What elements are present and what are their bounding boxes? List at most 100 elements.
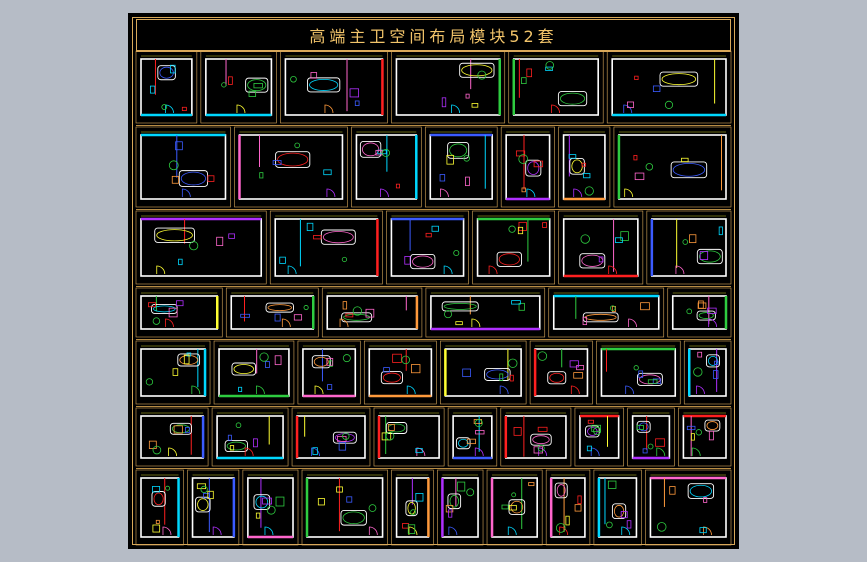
fixture	[346, 496, 353, 503]
door-swing	[324, 104, 334, 114]
fixture	[583, 173, 591, 179]
fixture	[669, 486, 676, 495]
fixture	[526, 68, 532, 78]
plan-cell-frame	[386, 210, 469, 285]
plan-cell-frame	[351, 126, 422, 208]
door-swing	[474, 447, 484, 457]
fixture	[640, 302, 650, 311]
bathtub	[307, 77, 341, 93]
fixture	[699, 251, 709, 260]
bathtub	[275, 151, 311, 168]
fixture	[274, 355, 282, 366]
fixture	[172, 368, 179, 376]
plant-icon	[235, 422, 242, 429]
plan-cell-frame	[593, 469, 642, 546]
plan-cell-frame	[297, 340, 361, 405]
door-swing	[703, 526, 712, 536]
plan-cell-frame	[606, 50, 732, 124]
door-swing	[380, 188, 389, 198]
bathtub-basin	[342, 511, 365, 525]
bathtub-basin	[382, 372, 401, 383]
door-swing	[570, 385, 580, 395]
bathtub-basin	[233, 364, 254, 375]
plant-icon	[508, 225, 516, 233]
bathtub-basin	[449, 143, 468, 158]
fixture	[607, 480, 617, 489]
plan-wall	[205, 58, 273, 116]
bathtub	[178, 170, 209, 187]
plant-icon	[152, 445, 162, 455]
plant-icon	[537, 351, 548, 361]
door-swing	[368, 526, 378, 536]
plan-wall	[140, 415, 204, 459]
bathtub-basin	[672, 162, 706, 177]
fixture	[228, 233, 235, 239]
fixture	[718, 226, 723, 236]
fixture	[313, 235, 322, 240]
fixture	[255, 512, 261, 519]
plan-wall	[430, 295, 541, 330]
plan-cell-frame	[646, 210, 732, 285]
fixture	[178, 258, 183, 266]
fixture	[466, 438, 476, 445]
bathtub	[245, 77, 269, 93]
fixture	[620, 511, 628, 519]
plant-icon	[303, 305, 309, 311]
bathtub-basin	[156, 229, 193, 242]
plan-cell-frame	[472, 210, 556, 285]
bathtub	[579, 253, 606, 269]
fixture	[306, 222, 314, 232]
plan-cell-frame	[645, 469, 732, 546]
bathtub-basin	[584, 313, 617, 321]
plan-wall	[395, 58, 501, 116]
plant-icon	[145, 378, 154, 386]
bathtub-basin	[322, 231, 354, 244]
door-swing	[526, 188, 536, 198]
fixture	[207, 175, 215, 182]
fixture	[681, 157, 689, 163]
plan-wall	[579, 415, 620, 459]
plant-icon	[580, 234, 590, 244]
plan-wall	[140, 218, 263, 277]
plant-icon	[259, 352, 269, 362]
plan-cell-frame	[486, 469, 543, 546]
fixture	[509, 374, 514, 382]
fixture	[431, 225, 439, 232]
door-swing	[551, 104, 560, 114]
plant-icon	[656, 522, 667, 532]
fixture	[238, 386, 243, 392]
door-swing	[443, 265, 453, 275]
fixture	[636, 425, 644, 430]
door-swing	[656, 447, 666, 457]
door-swing	[326, 188, 336, 198]
bathtub-basin	[412, 255, 434, 268]
fixture	[253, 83, 263, 89]
plan-wall	[611, 58, 727, 116]
bathtub-basin	[532, 435, 550, 445]
bathtub	[340, 509, 367, 526]
bathtub-basin	[313, 356, 329, 367]
door-swing	[287, 265, 297, 275]
fixture	[587, 419, 594, 424]
bathtub-basin	[277, 152, 309, 167]
plant-icon	[695, 429, 702, 436]
bathtub	[410, 253, 436, 270]
fixture	[265, 361, 270, 368]
fixture	[712, 370, 719, 379]
bathroom-plan-grid	[135, 50, 732, 546]
fixture	[475, 430, 485, 435]
bathtub-basin	[407, 501, 416, 515]
plan-cell-frame	[596, 340, 681, 405]
fixture	[455, 321, 463, 326]
fixture	[573, 372, 584, 379]
bathtub-basin	[267, 304, 292, 312]
plant-icon	[342, 354, 351, 363]
fixture	[439, 174, 446, 182]
fixture	[633, 155, 638, 161]
plant-icon	[294, 142, 300, 149]
bathtub-basin	[153, 492, 164, 506]
bathtub-basin	[226, 441, 246, 451]
cad-viewport[interactable]: 高端主卫空间布局模块52套	[128, 13, 739, 549]
fixture	[697, 302, 707, 309]
plant-icon	[221, 82, 227, 88]
